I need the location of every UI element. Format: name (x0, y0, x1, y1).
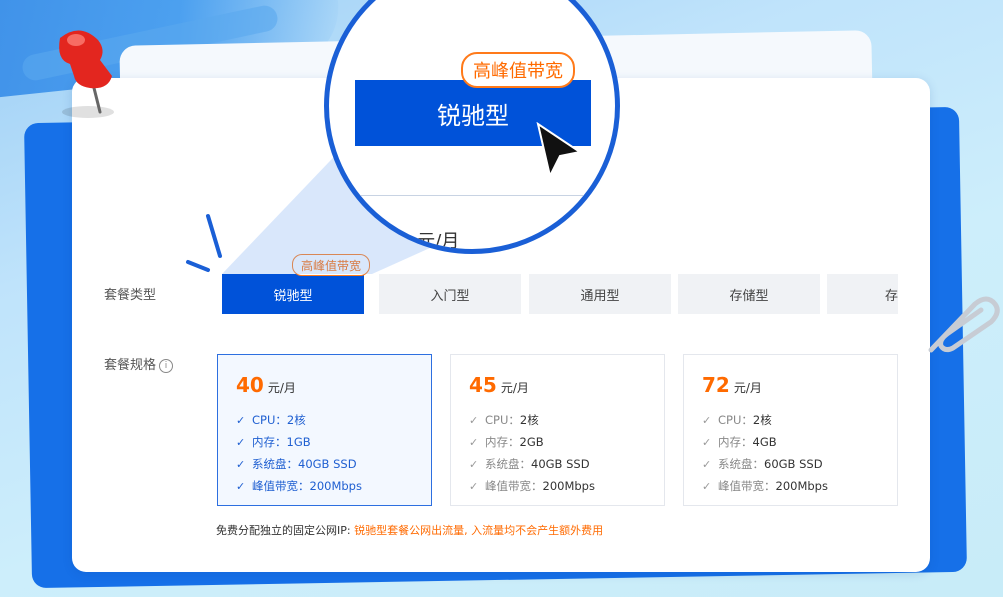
magnified-price-value: 0 (399, 231, 412, 252)
magnified-badge: 高峰值带宽 (461, 52, 575, 88)
magnified-price-unit: 元/月 (417, 231, 460, 252)
cursor-arrow-icon (536, 122, 583, 179)
magnifier-divider (353, 195, 593, 196)
